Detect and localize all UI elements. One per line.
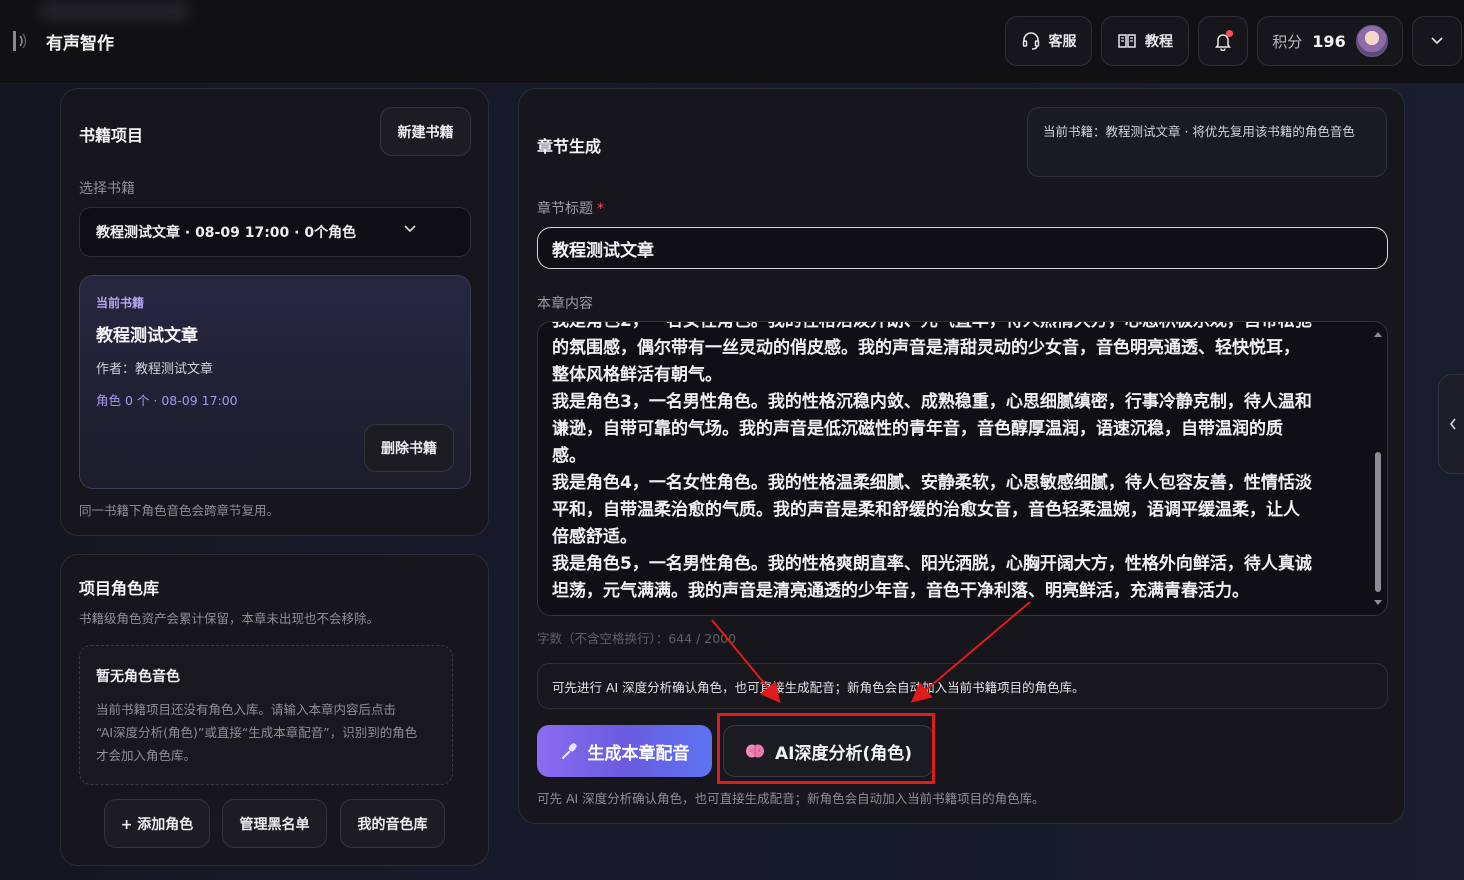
arrow-left	[711, 619, 781, 704]
arrow-right	[910, 601, 1031, 703]
side-panel-toggle[interactable]	[1438, 374, 1464, 474]
chevron-left-icon	[1449, 418, 1456, 430]
annotation-arrows	[711, 601, 1031, 704]
